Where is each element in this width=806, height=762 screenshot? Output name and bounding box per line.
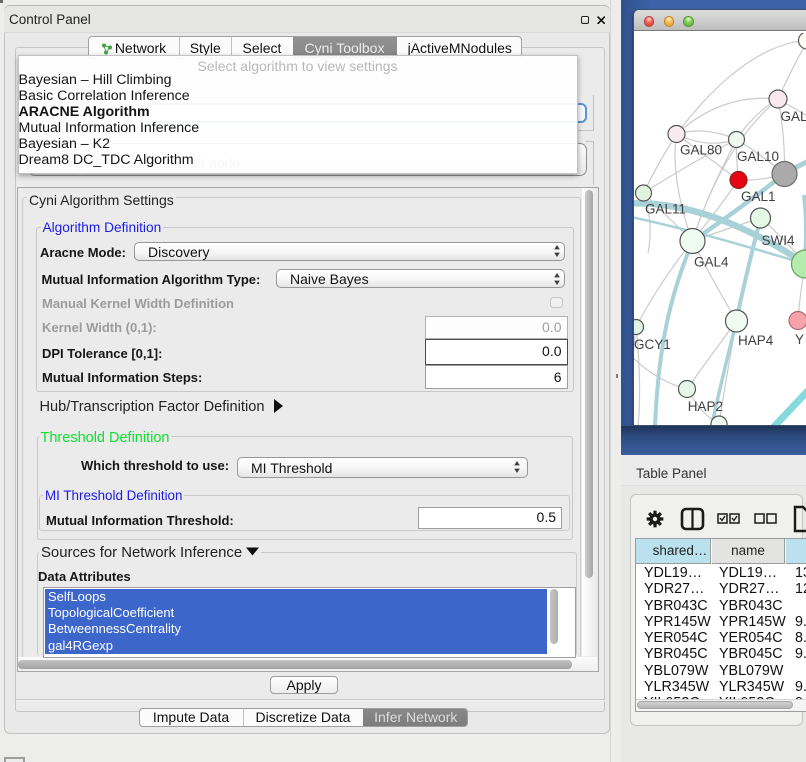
svg-text:GAL4: GAL4 [694, 255, 729, 270]
svg-text:HAP2: HAP2 [688, 399, 723, 414]
svg-text:Y: Y [795, 332, 804, 347]
svg-text:SWI4: SWI4 [762, 233, 795, 248]
svg-text:HAP4: HAP4 [738, 333, 774, 348]
svg-text:GAL: GAL [781, 109, 806, 124]
svg-text:GAL10: GAL10 [737, 149, 779, 164]
svg-text:GAL80: GAL80 [680, 143, 722, 158]
svg-text:GAL1: GAL1 [741, 189, 776, 204]
svg-text:GCY1: GCY1 [634, 337, 671, 352]
svg-text:GAL11: GAL11 [645, 202, 686, 217]
